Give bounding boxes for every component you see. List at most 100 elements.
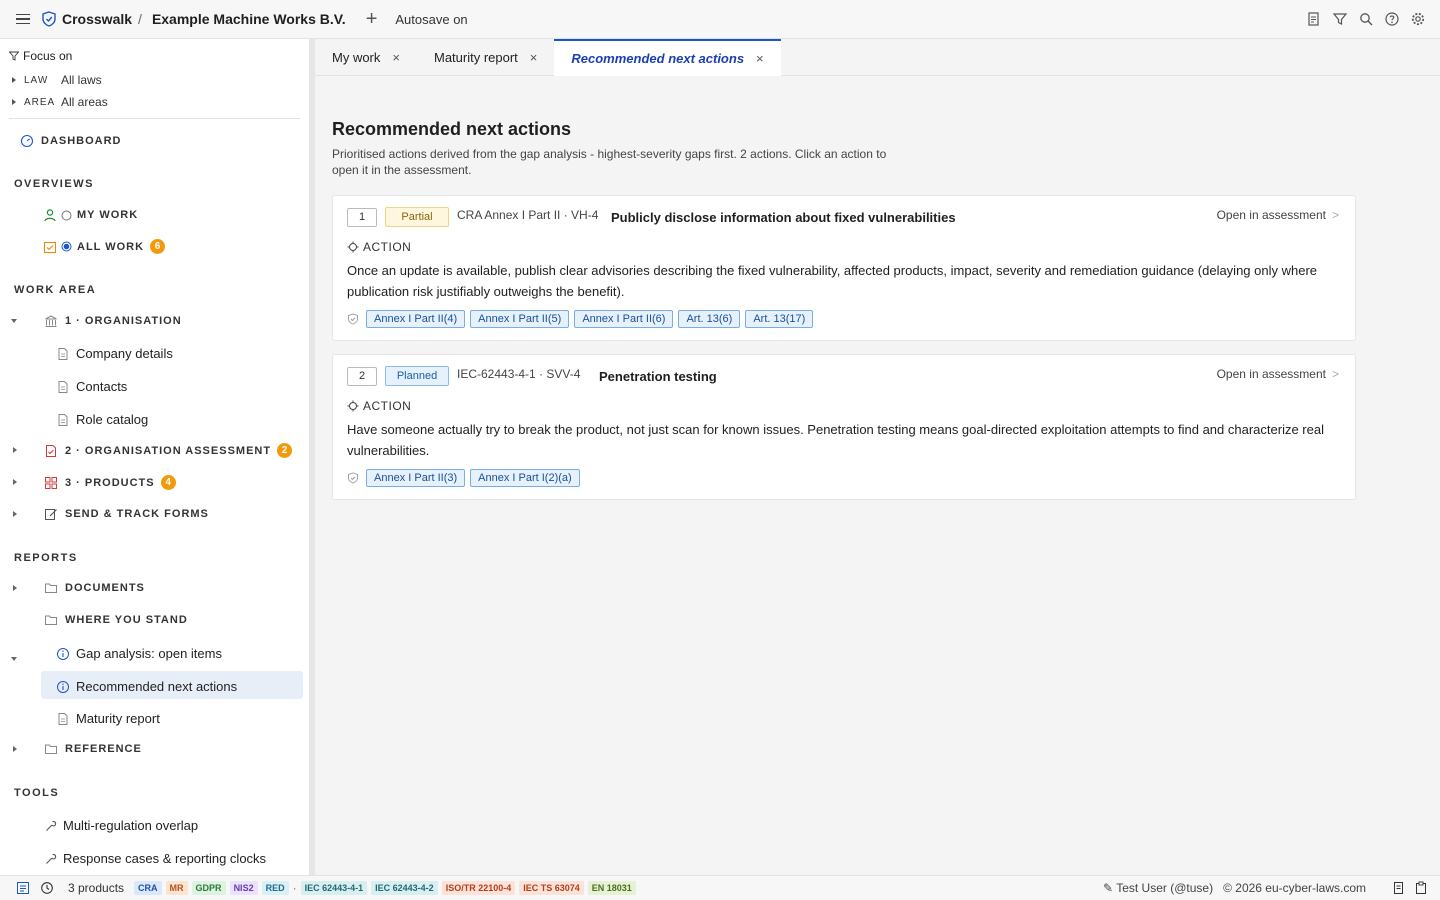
nav-response-cases[interactable]: Response cases & reporting clocks <box>44 851 266 866</box>
nav-organisation[interactable]: 1 · ORGANISATION <box>44 314 182 328</box>
filter-law[interactable]: LAW All laws <box>12 73 102 87</box>
expand-right-icon[interactable] <box>13 447 17 453</box>
radio-unchecked-icon[interactable] <box>61 210 72 221</box>
standard-tag[interactable]: EN 18031 <box>587 881 636 895</box>
nav-my-work[interactable]: MY WORK <box>43 208 138 222</box>
add-button[interactable]: + <box>366 9 378 29</box>
law-tag[interactable]: GDPR <box>191 881 226 895</box>
standard-tag[interactable]: IEC TS 63074 <box>519 881 584 895</box>
open-in-assessment-link[interactable]: Open in assessment > <box>1217 208 1339 222</box>
nav-where-you-stand[interactable]: WHERE YOU STAND <box>44 613 188 627</box>
reference-chip[interactable]: Art. 13(6) <box>678 310 741 328</box>
reference-chip[interactable]: Annex I Part II(6) <box>574 310 674 328</box>
action-card[interactable]: 2 Planned IEC-62443-4-1 · SVV-4 Penetrat… <box>332 354 1356 500</box>
nav-label: Gap analysis: open items <box>76 646 222 661</box>
expand-down-icon[interactable] <box>11 657 17 661</box>
nav-all-work[interactable]: ALL WORK 6 <box>43 239 166 254</box>
open-in-assessment-link[interactable]: Open in assessment > <box>1217 367 1339 381</box>
filter-area[interactable]: AREA All areas <box>12 95 108 109</box>
reference-chip[interactable]: Art. 13(17) <box>745 310 814 328</box>
action-title: Publicly disclose information about fixe… <box>611 210 956 225</box>
nav-send-track-forms[interactable]: SEND & TRACK FORMS <box>44 507 209 521</box>
gear-icon[interactable] <box>1410 11 1426 27</box>
tab-my-work[interactable]: My work × <box>315 39 417 76</box>
list-panel-icon[interactable] <box>16 881 30 895</box>
expand-right-icon[interactable] <box>13 585 17 591</box>
reference-chip[interactable]: Annex I Part II(4) <box>366 310 466 328</box>
product-count: 3 products <box>68 881 125 895</box>
filter-icon[interactable] <box>1332 11 1348 27</box>
law-tag[interactable]: MR <box>165 881 188 895</box>
organisation-name[interactable]: Example Machine Works B.V. <box>152 11 346 27</box>
history-clock-icon[interactable] <box>40 881 54 895</box>
tab-label: Recommended next actions <box>571 51 745 66</box>
action-card[interactable]: 1 Partial CRA Annex I Part II · VH-4 Pub… <box>332 195 1356 341</box>
standard-tag[interactable]: IEC 62443-4-1 <box>300 881 368 895</box>
nav-label: SEND & TRACK FORMS <box>65 508 209 520</box>
document-icon <box>58 712 68 725</box>
expand-down-icon[interactable] <box>11 319 17 323</box>
filter-value: All areas <box>61 95 108 109</box>
nav-maturity-report[interactable]: Maturity report <box>56 711 160 726</box>
nav-label: WHERE YOU STAND <box>65 614 188 626</box>
reference-chip[interactable]: Annex I Part I(2)(a) <box>470 469 580 487</box>
report-icon[interactable] <box>1392 881 1406 895</box>
brand-name[interactable]: Crosswalk <box>62 11 132 27</box>
target-icon <box>347 400 359 412</box>
nav-label: DOCUMENTS <box>65 582 145 594</box>
action-label-text: ACTION <box>363 399 412 413</box>
document-icon <box>58 413 68 426</box>
nav-multi-regulation-overlap[interactable]: Multi-regulation overlap <box>44 818 198 833</box>
nav-label: Contacts <box>76 379 128 394</box>
current-user[interactable]: ✎ Test User (@tuse) <box>1103 881 1213 895</box>
reference-chips: Annex I Part II(3) Annex I Part I(2)(a) <box>347 469 580 487</box>
nav-dashboard[interactable]: DASHBOARD <box>20 134 122 148</box>
nav-gap-analysis[interactable]: Gap analysis: open items <box>56 646 222 661</box>
nav-label: DASHBOARD <box>41 135 122 147</box>
status-badge: Planned <box>385 366 449 386</box>
focus-on-header: Focus on <box>9 49 72 63</box>
nav-label: Maturity report <box>76 711 160 726</box>
calendar-check-icon <box>43 241 57 253</box>
tab-recommended-next-actions[interactable]: Recommended next actions × <box>554 39 781 76</box>
filter-key: AREA <box>24 96 56 108</box>
tab-maturity-report[interactable]: Maturity report × <box>417 39 554 76</box>
nav-contacts[interactable]: Contacts <box>56 379 127 394</box>
expand-right-icon[interactable] <box>13 746 17 752</box>
nav-documents[interactable]: DOCUMENTS <box>44 581 145 595</box>
folder-icon <box>45 744 57 754</box>
close-icon[interactable]: × <box>392 50 400 65</box>
reference-chip[interactable]: Annex I Part II(3) <box>366 469 466 487</box>
reference-chip[interactable]: Annex I Part II(5) <box>470 310 570 328</box>
caret-right-icon <box>12 99 16 105</box>
law-tag[interactable]: RED <box>261 881 289 895</box>
search-icon[interactable] <box>1358 11 1374 27</box>
expand-right-icon[interactable] <box>13 479 17 485</box>
close-icon[interactable]: × <box>530 50 538 65</box>
law-tag[interactable]: NIS2 <box>229 881 258 895</box>
report-icon[interactable] <box>1306 11 1322 27</box>
reference-chips: Annex I Part II(4) Annex I Part II(5) An… <box>347 310 814 328</box>
sidebar: Focus on LAW All laws AREA All areas DAS… <box>0 39 309 875</box>
standard-tag[interactable]: ISO/TR 22100-4 <box>441 881 516 895</box>
tab-label: My work <box>332 50 381 65</box>
nav-label: 3 · PRODUCTS <box>65 476 155 489</box>
help-icon[interactable] <box>1384 11 1400 27</box>
clipboard-icon[interactable] <box>1414 881 1428 895</box>
nav-products[interactable]: 3 · PRODUCTS 4 <box>44 475 176 490</box>
close-icon[interactable]: × <box>756 51 764 66</box>
standard-tag[interactable]: IEC 62443-4-2 <box>371 881 438 895</box>
nav-organisation-assessment[interactable]: 2 · ORGANISATION ASSESSMENT 2 <box>44 443 293 458</box>
nav-reference[interactable]: REFERENCE <box>44 742 142 756</box>
nav-role-catalog[interactable]: Role catalog <box>56 412 148 427</box>
law-tag[interactable]: CRA <box>134 881 162 895</box>
breadcrumb-separator: / <box>138 11 142 27</box>
nav-company-details[interactable]: Company details <box>56 346 173 361</box>
radio-checked-icon[interactable] <box>61 241 72 252</box>
status-bar: 3 products CRA MR GDPR NIS2 RED · IEC 62… <box>0 875 1440 900</box>
nav-recommended-next-actions[interactable]: Recommended next actions <box>56 679 237 694</box>
action-reference: IEC-62443-4-1 · SVV-4 <box>457 367 581 381</box>
nav-label: Response cases & reporting clocks <box>63 851 267 866</box>
expand-right-icon[interactable] <box>13 511 17 517</box>
hamburger-menu-icon[interactable] <box>16 13 30 25</box>
